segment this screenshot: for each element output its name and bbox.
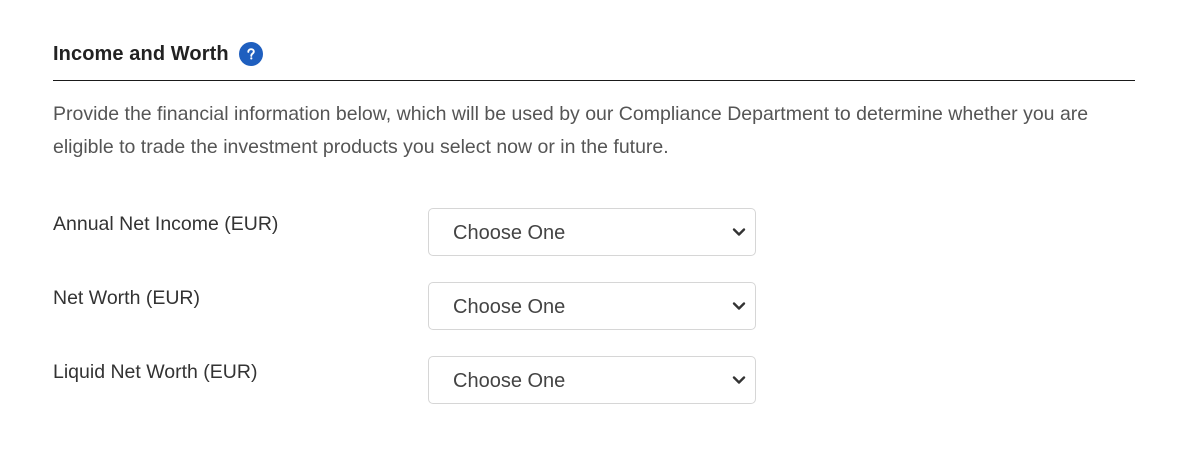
net-worth-label: Net Worth (EUR) (53, 287, 200, 309)
net-worth-select[interactable]: Choose One (428, 282, 756, 330)
chevron-down-icon (732, 375, 746, 385)
help-question-icon[interactable] (238, 42, 263, 66)
chevron-down-icon (732, 301, 746, 311)
net-worth-selected-value: Choose One (453, 296, 566, 318)
liquid-net-worth-row: Liquid Net Worth (EUR) Choose One (53, 356, 763, 406)
annual-net-income-label: Annual Net Income (EUR) (53, 213, 279, 235)
liquid-net-worth-select[interactable]: Choose One (428, 356, 756, 404)
section-description: Provide the financial information below,… (53, 103, 1089, 158)
section-divider (53, 80, 1135, 81)
annual-net-income-row: Annual Net Income (EUR) Choose One (53, 208, 763, 258)
chevron-down-icon (732, 227, 746, 237)
net-worth-row: Net Worth (EUR) Choose One (53, 282, 763, 332)
annual-net-income-selected-value: Choose One (453, 222, 566, 244)
annual-net-income-select[interactable]: Choose One (428, 208, 756, 256)
liquid-net-worth-selected-value: Choose One (453, 370, 566, 392)
question-mark-glyph (247, 48, 255, 60)
liquid-net-worth-label: Liquid Net Worth (EUR) (53, 361, 258, 383)
section-header: Income and Worth (53, 40, 263, 68)
section-title: Income and Worth (53, 42, 229, 65)
